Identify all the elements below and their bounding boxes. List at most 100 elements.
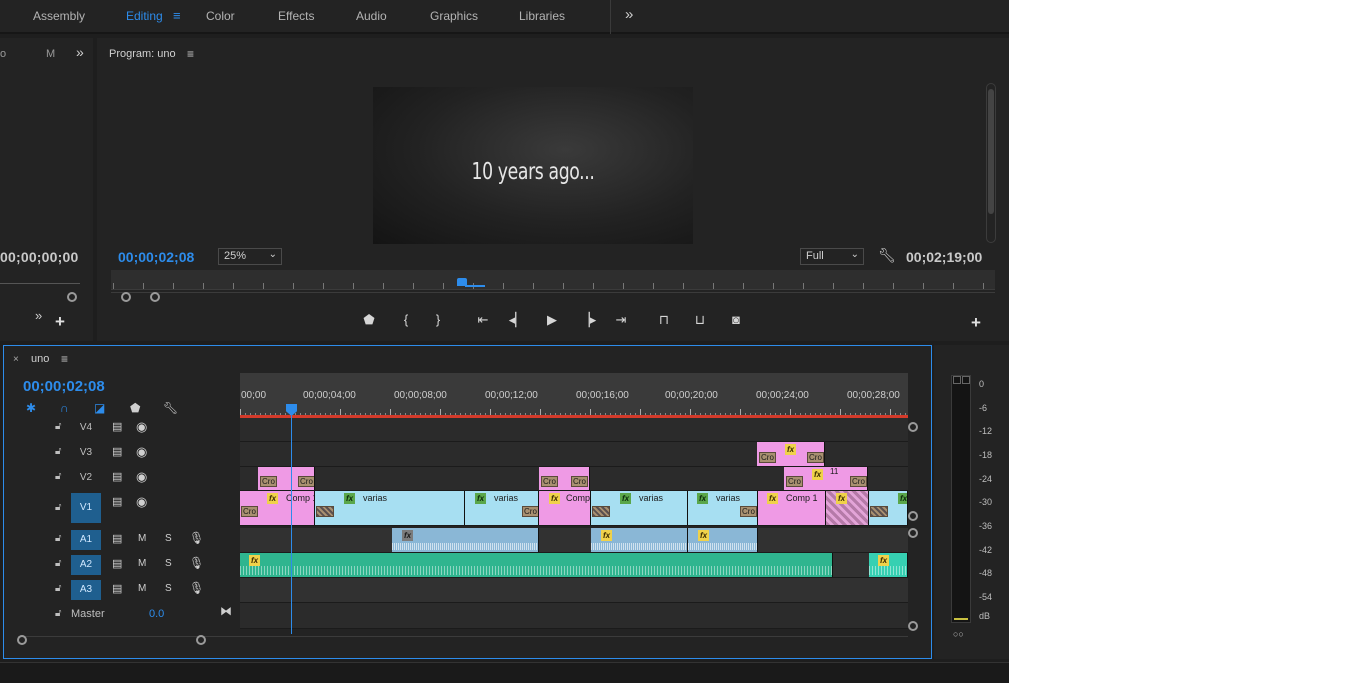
mute-button[interactable]: M	[138, 583, 146, 594]
source-zoom-handle[interactable]	[67, 292, 77, 302]
workspace-tab-color[interactable]: Color	[206, 9, 235, 23]
clip-v3-pink[interactable]: Cro fx Cro	[757, 442, 825, 466]
audio-scroll-handle-bottom[interactable]	[908, 621, 918, 631]
mark-out-icon[interactable]: }	[428, 312, 448, 330]
solo-button[interactable]: S	[165, 583, 172, 594]
sync-lock-icon[interactable]: ▤	[112, 445, 122, 458]
program-add-button[interactable]: +	[971, 313, 981, 333]
clip-v1-varias-5[interactable]: fx	[869, 491, 908, 525]
extract-icon[interactable]: ⊔	[690, 312, 710, 330]
clip-v1-comp1-b[interactable]: fx Comp 1	[758, 491, 826, 525]
step-forward-icon[interactable]: ▕▸	[578, 312, 598, 330]
go-to-out-icon[interactable]: ⇥	[611, 312, 631, 330]
clip-v2-pink-2[interactable]: Cro Cro	[539, 467, 590, 490]
lock-icon[interactable]: 🔓︎	[55, 471, 61, 482]
source-add-button[interactable]: +	[55, 312, 65, 332]
sync-lock-icon[interactable]: ▤	[112, 557, 122, 570]
clip-v1-varias-4[interactable]: fx varias Cro	[688, 491, 758, 525]
add-marker-icon[interactable]: ⬟	[130, 401, 140, 415]
go-to-end-icon[interactable]: ⧓	[220, 604, 232, 618]
master-volume-value[interactable]: 0.0	[149, 608, 164, 620]
clip-v1-comp[interactable]: fx Comp	[539, 491, 591, 525]
program-time-ruler[interactable]	[111, 270, 995, 290]
eye-icon[interactable]: ◉	[136, 469, 147, 485]
nest-sequence-icon[interactable]: ✱	[26, 401, 36, 415]
timeline-vertical-scrollbar[interactable]	[908, 422, 920, 632]
microphone-icon[interactable]: 🎙︎	[189, 581, 204, 595]
program-zoom-handle-left[interactable]	[121, 292, 131, 302]
clip-indicator-right[interactable]	[962, 376, 970, 384]
step-back-icon[interactable]: ◂▏	[507, 312, 527, 330]
solo-button[interactable]: S	[165, 558, 172, 569]
lock-icon[interactable]: 🔓︎	[55, 446, 61, 457]
workspace-overflow-button[interactable]: »	[625, 6, 633, 23]
audio-scroll-handle-top[interactable]	[908, 528, 918, 538]
timeline-playhead-timecode[interactable]: 00;00;02;08	[23, 378, 105, 395]
export-frame-camera-icon[interactable]: ◙	[726, 312, 746, 330]
clip-v1-hatched[interactable]: fx	[826, 491, 869, 525]
lane-a1[interactable]: fx fx fx	[240, 528, 908, 553]
clip-v2-pink-3[interactable]: Cro fx 11 Cro	[784, 467, 868, 490]
microphone-icon[interactable]: 🎙︎	[189, 531, 204, 545]
sync-lock-icon[interactable]: ▤	[112, 582, 122, 595]
lock-icon[interactable]: 🔓︎	[55, 421, 61, 432]
meter-solo-buttons[interactable]: ○○	[953, 629, 964, 639]
go-to-in-icon[interactable]: ⇤	[473, 312, 493, 330]
video-scroll-handle-bottom[interactable]	[908, 511, 918, 521]
lane-v4[interactable]	[240, 418, 908, 442]
source-panel-tab-2[interactable]: M	[46, 48, 55, 60]
mute-button[interactable]: M	[138, 558, 146, 569]
solo-button[interactable]: S	[165, 533, 172, 544]
track-name-v4[interactable]: V4	[71, 418, 101, 438]
workspace-tab-graphics[interactable]: Graphics	[430, 9, 478, 23]
sequence-tab-name[interactable]: uno	[31, 353, 49, 365]
workspace-tab-editing[interactable]: Editing	[126, 9, 163, 23]
program-scroll-thumb[interactable]	[988, 89, 994, 214]
snap-magnet-icon[interactable]: ∩	[60, 401, 69, 415]
source-overflow-button[interactable]: »	[76, 44, 84, 60]
program-resolution-select[interactable]: Full ⌄	[800, 248, 864, 265]
lane-a3[interactable]	[240, 578, 908, 603]
workspace-tab-libraries[interactable]: Libraries	[519, 9, 565, 23]
track-name-a1[interactable]: A1	[71, 530, 101, 550]
eye-icon[interactable]: ◉	[136, 444, 147, 460]
lift-icon[interactable]: ⊓	[654, 312, 674, 330]
program-zoom-scrollbar[interactable]	[111, 292, 995, 300]
mute-button[interactable]: M	[138, 533, 146, 544]
lock-icon[interactable]: 🔓︎	[55, 558, 61, 569]
workspace-tab-assembly[interactable]: Assembly	[33, 9, 85, 23]
eye-icon[interactable]: ◉	[136, 419, 147, 435]
play-icon[interactable]: ▶	[542, 312, 562, 330]
lock-icon[interactable]: 🔓︎	[55, 533, 61, 544]
track-name-v2[interactable]: V2	[71, 468, 101, 488]
clip-indicator-left[interactable]	[953, 376, 961, 384]
add-marker-icon[interactable]: ⬟	[359, 312, 379, 330]
clip-v1-varias-3[interactable]: fx varias	[591, 491, 688, 525]
workspace-tab-audio[interactable]: Audio	[356, 9, 387, 23]
clip-v2-pink-1[interactable]: Cro Cro	[258, 467, 315, 490]
timeline-settings-wrench-icon[interactable]: 🔧︎	[163, 401, 178, 415]
lock-icon[interactable]: 🔓︎	[55, 608, 61, 619]
program-zoom-select[interactable]: 25% ⌄	[218, 248, 282, 265]
sync-lock-icon[interactable]: ▤	[112, 532, 122, 545]
clip-v1-comp1-a[interactable]: Cro fx Comp 1	[240, 491, 315, 525]
eye-icon[interactable]: ◉	[136, 494, 147, 510]
clip-v1-varias-1[interactable]: fx varias	[315, 491, 465, 525]
clip-a1-3[interactable]: fx	[688, 528, 758, 552]
track-name-v3[interactable]: V3	[71, 443, 101, 463]
program-monitor-title[interactable]: Program: uno	[109, 48, 176, 60]
program-vertical-scrollbar[interactable]	[986, 83, 996, 243]
sync-lock-icon[interactable]: ▤	[112, 470, 122, 483]
timeline-horizontal-scrollbar[interactable]	[18, 636, 908, 644]
track-name-v1[interactable]: V1	[71, 493, 101, 523]
microphone-icon[interactable]: 🎙︎	[189, 556, 204, 570]
close-icon[interactable]: ×	[13, 354, 19, 365]
timeline-time-ruler[interactable]: 00;00 00;00;04;00 00;00;08;00 00;00;12;0…	[240, 373, 908, 417]
program-zoom-handle-right[interactable]	[150, 292, 160, 302]
mark-in-icon[interactable]: {	[396, 312, 416, 330]
video-scroll-handle-top[interactable]	[908, 422, 918, 432]
clip-a2-1[interactable]: fx	[240, 553, 833, 577]
timeline-zoom-handle-right[interactable]	[196, 635, 206, 645]
lock-icon[interactable]: 🔓︎	[55, 502, 61, 513]
track-name-a2[interactable]: A2	[71, 555, 101, 575]
